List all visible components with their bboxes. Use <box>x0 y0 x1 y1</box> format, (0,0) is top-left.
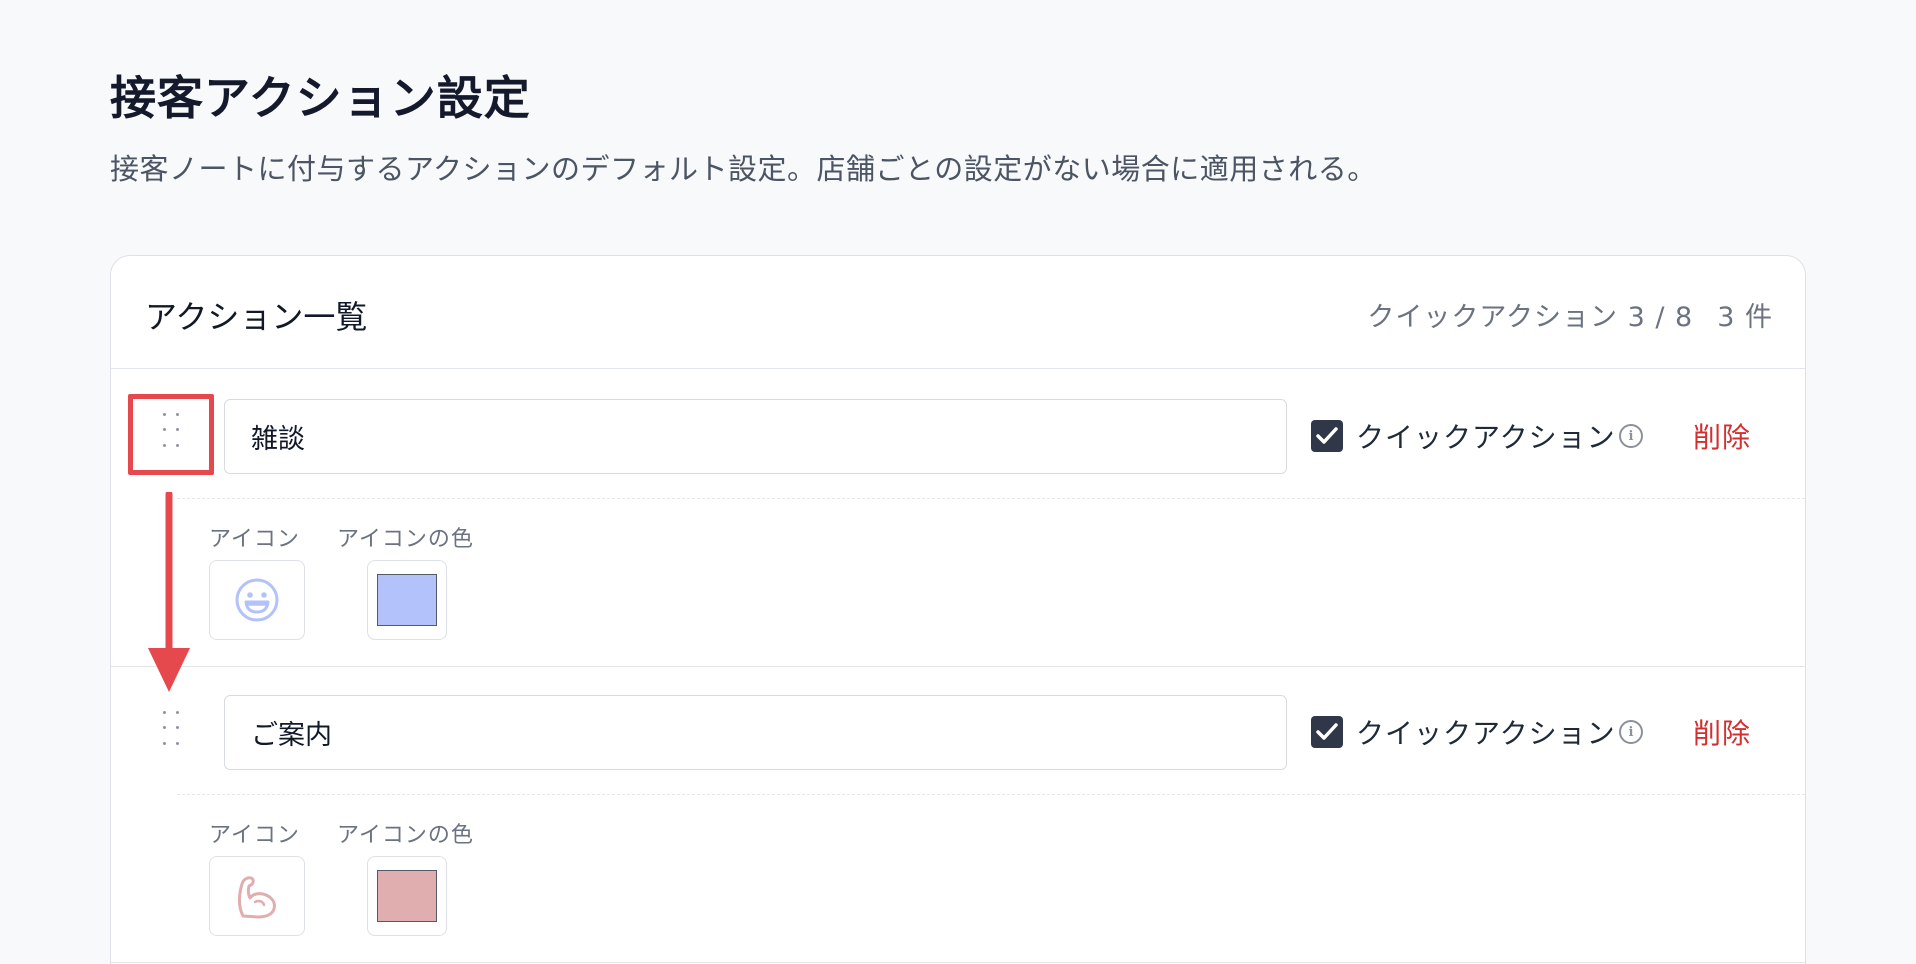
total-count: 3 件 <box>1717 302 1773 333</box>
quick-action-checkbox[interactable] <box>1311 716 1343 748</box>
action-name-input[interactable] <box>224 399 1287 474</box>
icon-color-label: アイコンの色 <box>337 823 474 848</box>
card-header: アクション一覧 クイックアクション 3 / 8 3 件 <box>111 256 1805 369</box>
info-icon[interactable]: i <box>1619 720 1643 744</box>
color-picker-button[interactable] <box>367 560 447 640</box>
action-row: クイックアクション i 削除 アイコン アイコンの色 <box>111 667 1805 963</box>
quick-action-count: クイックアクション 3 / 8 <box>1367 302 1694 333</box>
quick-action-label[interactable]: クイックアクション <box>1356 416 1616 456</box>
quick-action-label[interactable]: クイックアクション <box>1356 712 1616 752</box>
page-title: 接客アクション設定 <box>110 71 531 125</box>
page: 接客アクション設定 接客ノートに付与するアクションのデフォルト設定。店舗ごとの設… <box>0 0 1916 964</box>
color-swatch <box>377 574 437 626</box>
card-meta: クイックアクション 3 / 8 3 件 <box>1367 295 1773 334</box>
quick-action-checkbox[interactable] <box>1311 420 1343 452</box>
grinning-face-icon <box>235 578 279 622</box>
delete-button[interactable]: 削除 <box>1693 416 1751 456</box>
drag-handle-icon[interactable] <box>129 689 213 769</box>
icon-color-label: アイコンの色 <box>337 527 474 552</box>
action-row: クイックアクション i 削除 アイコン アイコンの色 <box>111 371 1805 667</box>
action-list-card: アクション一覧 クイックアクション 3 / 8 3 件 クイックアクション i … <box>110 255 1806 964</box>
arrow-down-icon <box>148 492 190 692</box>
icon-label: アイコン <box>209 527 300 552</box>
card-title: アクション一覧 <box>145 298 368 336</box>
highlight-annotation <box>128 394 214 475</box>
icon-picker-button[interactable] <box>209 856 305 936</box>
color-swatch <box>377 870 437 922</box>
row-divider <box>177 498 1805 499</box>
color-picker-button[interactable] <box>367 856 447 936</box>
action-name-input[interactable] <box>224 695 1287 770</box>
flexed-biceps-icon <box>238 876 276 919</box>
page-description: 接客ノートに付与するアクションのデフォルト設定。店舗ごとの設定がない場合に適用さ… <box>110 152 1377 186</box>
icon-picker-button[interactable] <box>209 560 305 640</box>
delete-button[interactable]: 削除 <box>1693 712 1751 752</box>
info-icon[interactable]: i <box>1619 424 1643 448</box>
row-divider <box>177 794 1805 795</box>
icon-label: アイコン <box>209 823 300 848</box>
